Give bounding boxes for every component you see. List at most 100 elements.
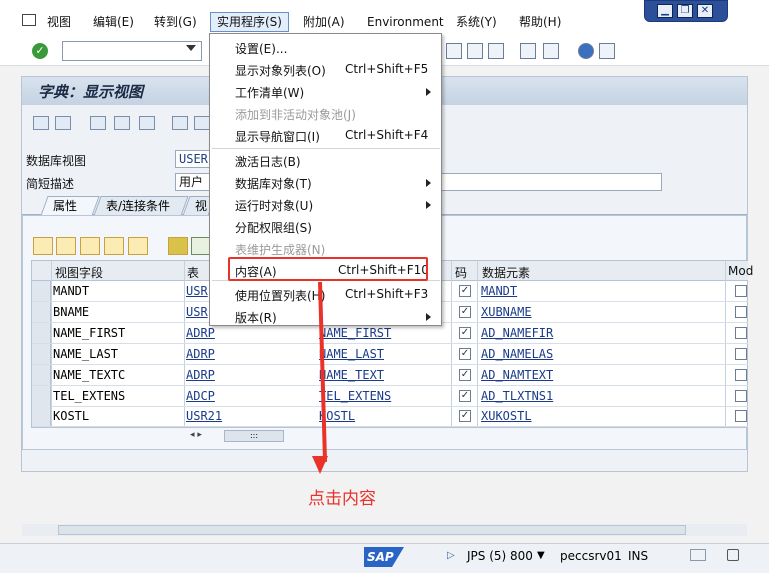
cell-data-element[interactable]: MANDT bbox=[481, 284, 517, 298]
row-selector[interactable] bbox=[32, 281, 51, 301]
menu-item[interactable]: 分配权限组(S) bbox=[235, 219, 312, 236]
wand-icon[interactable] bbox=[194, 116, 210, 130]
menu-goto[interactable]: 转到(G) bbox=[154, 13, 197, 33]
cell-view-field[interactable]: NAME_LAST bbox=[53, 347, 118, 361]
cell-data-element[interactable]: XUKOSTL bbox=[481, 409, 532, 423]
menu-icon[interactable] bbox=[22, 14, 36, 26]
help-icon[interactable] bbox=[578, 43, 594, 59]
menu-help[interactable]: 帮助(H) bbox=[519, 13, 561, 33]
check-icon[interactable] bbox=[114, 116, 130, 130]
key-checkbox[interactable]: ✓ bbox=[459, 327, 471, 339]
window-icon[interactable] bbox=[543, 43, 559, 59]
menu-item[interactable]: 显示对象列表(O) bbox=[235, 62, 326, 79]
mod-checkbox[interactable] bbox=[735, 348, 747, 360]
page-scrollbar[interactable] bbox=[22, 524, 747, 536]
back-arrow-icon[interactable] bbox=[33, 116, 49, 130]
cell-view-field[interactable]: BNAME bbox=[53, 305, 89, 319]
col-header-key[interactable]: 码 bbox=[455, 264, 467, 281]
insert-row-icon[interactable] bbox=[104, 237, 124, 255]
cell-table[interactable]: USR bbox=[186, 305, 208, 319]
menu-utilities[interactable]: 实用程序(S) bbox=[210, 12, 289, 32]
command-dropdown-icon[interactable] bbox=[186, 45, 196, 51]
cell-table[interactable]: ADRP bbox=[186, 326, 215, 340]
col-header-mod[interactable]: Mod bbox=[728, 264, 753, 278]
restore-icon[interactable]: ❐ bbox=[677, 4, 693, 18]
key-checkbox[interactable]: ✓ bbox=[459, 306, 471, 318]
layout-status-icon[interactable] bbox=[690, 549, 706, 561]
enter-icon[interactable]: ✓ bbox=[32, 43, 48, 59]
menu-edit[interactable]: 编辑(E) bbox=[93, 13, 134, 33]
col-header-view-field[interactable]: 视图字段 bbox=[55, 264, 103, 281]
cell-view-field[interactable]: NAME_FIRST bbox=[53, 326, 125, 340]
menu-item[interactable]: 工作清单(W) bbox=[235, 84, 304, 101]
row-selector[interactable] bbox=[32, 406, 51, 426]
table-fields-icon[interactable] bbox=[191, 237, 211, 255]
cell-data-element[interactable]: AD_NAMTEXT bbox=[481, 368, 553, 382]
menu-system[interactable]: 系统(Y) bbox=[456, 13, 497, 33]
cell-field[interactable]: NAME_TEXT bbox=[319, 368, 384, 382]
cell-view-field[interactable]: NAME_TEXTC bbox=[53, 368, 125, 382]
upload-icon[interactable] bbox=[488, 43, 504, 59]
menu-item[interactable]: 设置(E)... bbox=[235, 40, 287, 57]
cell-data-element[interactable]: XUBNAME bbox=[481, 305, 532, 319]
cell-table[interactable]: USR bbox=[186, 284, 208, 298]
tab-table-join[interactable]: 表/连接条件 bbox=[93, 196, 189, 216]
filter-icon[interactable] bbox=[168, 237, 188, 255]
display-change-icon[interactable] bbox=[90, 116, 106, 130]
menu-item[interactable]: 版本(R) bbox=[235, 309, 277, 326]
horizontal-scrollbar[interactable]: ◂ ▸ ::: bbox=[186, 430, 748, 442]
copy-icon[interactable] bbox=[56, 237, 76, 255]
cell-table[interactable]: ADCP bbox=[186, 389, 215, 403]
monitor-icon[interactable] bbox=[599, 43, 615, 59]
row-selector[interactable] bbox=[32, 386, 51, 406]
delete-row-icon[interactable] bbox=[128, 237, 148, 255]
close-icon[interactable]: ✕ bbox=[697, 4, 713, 18]
menu-view[interactable]: 视图 bbox=[47, 13, 71, 33]
menu-item[interactable]: 显示导航窗口(I) bbox=[235, 128, 320, 145]
minimize-icon[interactable]: ▁ bbox=[657, 4, 673, 18]
cell-field[interactable]: TEL_EXTENS bbox=[319, 389, 391, 403]
cut-icon[interactable] bbox=[33, 237, 53, 255]
row-selector[interactable] bbox=[32, 302, 51, 322]
cell-data-element[interactable]: AD_NAMELAS bbox=[481, 347, 553, 361]
mod-checkbox[interactable] bbox=[735, 369, 747, 381]
table-row[interactable] bbox=[32, 344, 748, 365]
input-mode[interactable]: INS bbox=[628, 549, 648, 563]
menu-item[interactable]: 激活日志(B) bbox=[235, 153, 301, 170]
key-checkbox[interactable]: ✓ bbox=[459, 285, 471, 297]
menu-environment[interactable]: Environment bbox=[367, 13, 444, 33]
mod-checkbox[interactable] bbox=[735, 390, 747, 402]
col-header-data-element[interactable]: 数据元素 bbox=[482, 264, 530, 281]
layout-icon[interactable] bbox=[520, 43, 536, 59]
cell-table[interactable]: USR21 bbox=[186, 409, 222, 423]
download-icon[interactable] bbox=[467, 43, 483, 59]
menu-item[interactable]: 运行时对象(U) bbox=[235, 197, 313, 214]
key-checkbox[interactable]: ✓ bbox=[459, 348, 471, 360]
cell-table[interactable]: ADRP bbox=[186, 347, 215, 361]
mod-checkbox[interactable] bbox=[735, 285, 747, 297]
row-selector[interactable] bbox=[32, 344, 51, 364]
paste-icon[interactable] bbox=[80, 237, 100, 255]
table-row[interactable] bbox=[32, 406, 748, 427]
menu-item[interactable]: 使用位置列表(H) bbox=[235, 287, 325, 304]
cell-field[interactable]: NAME_FIRST bbox=[319, 326, 391, 340]
status-toggle-icon[interactable]: ▷ bbox=[447, 550, 455, 561]
activate-icon[interactable] bbox=[139, 116, 155, 130]
key-checkbox[interactable]: ✓ bbox=[459, 410, 471, 422]
cell-view-field[interactable]: TEL_EXTENS bbox=[53, 389, 125, 403]
key-checkbox[interactable]: ✓ bbox=[459, 369, 471, 381]
system-info[interactable]: JPS (5) 800 bbox=[467, 549, 533, 563]
menu-extras[interactable]: 附加(A) bbox=[303, 13, 345, 33]
cell-field[interactable]: NAME_LAST bbox=[319, 347, 384, 361]
short-desc-field-tail[interactable] bbox=[430, 173, 662, 191]
create-session-icon[interactable] bbox=[446, 43, 462, 59]
menu-item[interactable]: 数据库对象(T) bbox=[235, 175, 312, 192]
lock-icon[interactable] bbox=[727, 549, 739, 561]
tab-attributes[interactable]: 属性 bbox=[40, 196, 100, 216]
key-checkbox[interactable]: ✓ bbox=[459, 390, 471, 402]
cell-data-element[interactable]: AD_NAMEFIR bbox=[481, 326, 553, 340]
cell-view-field[interactable]: MANDT bbox=[53, 284, 89, 298]
row-selector[interactable] bbox=[32, 365, 51, 385]
col-header-table[interactable]: 表 bbox=[187, 264, 199, 281]
mod-checkbox[interactable] bbox=[735, 327, 747, 339]
